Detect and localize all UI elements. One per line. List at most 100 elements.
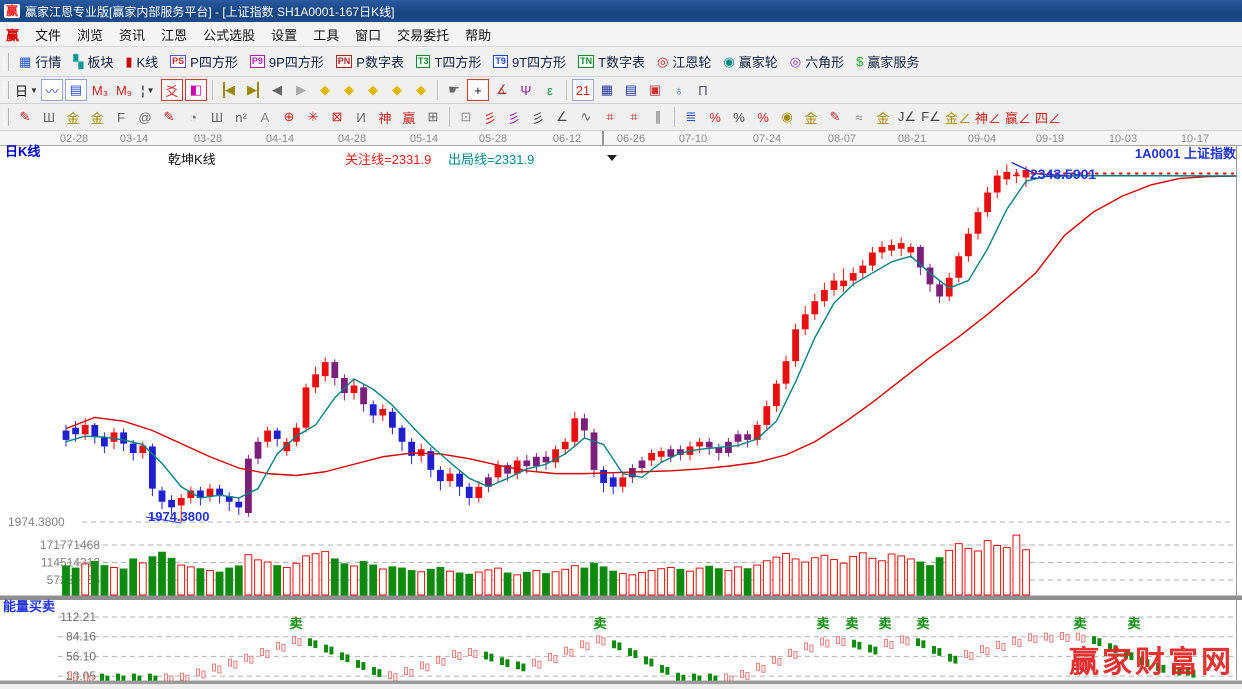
spiral-icon[interactable]: @ [134, 106, 156, 128]
p-square-button[interactable]: PS P四方形 [164, 50, 244, 74]
t-table-button[interactable]: TN T数字表 [572, 50, 651, 74]
red-grid2-icon[interactable]: ⌗ [623, 106, 645, 128]
menu-item-工具[interactable]: 工具 [305, 23, 347, 46]
a-channel-icon[interactable]: A [254, 106, 276, 128]
toolbar-grip[interactable] [4, 108, 9, 126]
web-icon[interactable]: ♁ [668, 79, 690, 101]
circle-cross-icon[interactable]: ⊕ [278, 106, 300, 128]
f-comb-icon[interactable]: F [110, 106, 132, 128]
menu-item-资讯[interactable]: 资讯 [111, 23, 153, 46]
percent-fan-icon[interactable]: % [704, 106, 726, 128]
menu-item-文件[interactable]: 文件 [27, 23, 69, 46]
ying-icon[interactable]: 赢 [398, 106, 420, 128]
gold-red-icon[interactable]: 金 [872, 106, 894, 128]
ruler-grid-icon[interactable]: ⊞ [422, 106, 444, 128]
pane-divider[interactable] [0, 595, 1242, 601]
nav-first-icon[interactable]: ◀ [218, 79, 240, 101]
candle-style-dropdown[interactable]: ¦ ▼ [137, 79, 159, 101]
notes-icon[interactable]: ▤ [620, 79, 642, 101]
candle-style-dropdown-dropdown-arrow[interactable]: ▼ [147, 86, 155, 95]
sectors-button[interactable]: ▚ 板块 [67, 50, 119, 74]
nav-next-icon[interactable]: ▶ [290, 79, 312, 101]
gold-comb2-icon[interactable]: 金 [86, 106, 108, 128]
percent-icon[interactable]: % [728, 106, 750, 128]
star-burst-icon[interactable]: ✳ [302, 106, 324, 128]
ying-angle-icon[interactable]: 赢∠ [1004, 106, 1032, 128]
winner-service-button[interactable]: $ 赢家服务 [850, 50, 925, 74]
menu-item-江恩[interactable]: 江恩 [153, 23, 195, 46]
crosshair-icon[interactable]: + [466, 79, 489, 101]
9p-square-button[interactable]: P9 9P四方形 [244, 50, 330, 74]
f10-report-icon[interactable]: ▤ [64, 79, 87, 101]
qiankun-pattern-icon[interactable]: 爻 [160, 79, 183, 101]
toolbar-grip[interactable] [4, 52, 9, 71]
calculator-icon[interactable]: ▦ [596, 79, 618, 101]
9t-square-button[interactable]: T9 9T四方形 [487, 50, 572, 74]
gann-wheel-button[interactable]: ◎ 江恩轮 [651, 50, 717, 74]
wave-marks-icon[interactable]: ε [539, 79, 561, 101]
red-pen-icon[interactable]: ✎ [158, 106, 180, 128]
diamond-cross-icon[interactable]: ◆ [410, 79, 432, 101]
shen-angle-icon[interactable]: 神∠ [974, 106, 1002, 128]
gold-angle-icon[interactable]: 金∠ [944, 106, 972, 128]
diamond-expand-icon[interactable]: ◆ [386, 79, 408, 101]
menu-item-窗口[interactable]: 窗口 [347, 23, 389, 46]
levels-icon[interactable]: ≣ [680, 106, 702, 128]
gann-fan-icon[interactable]: 彡 [479, 106, 501, 128]
kline-chart[interactable]: 02-28 03-14 03-28 04-14 04-28 05-14 05-28 06-12… [0, 131, 1242, 684]
gann-fan-dark-icon[interactable]: 彡 [527, 106, 549, 128]
diamond-left-icon[interactable]: ◆ [314, 79, 336, 101]
save-icon[interactable]: ▣ [644, 79, 666, 101]
toolbar-grip[interactable] [4, 81, 9, 99]
rays-icon[interactable]: ∠ [551, 106, 573, 128]
comb-icon[interactable]: Ш [38, 106, 60, 128]
bars3-icon[interactable]: M₃ [89, 79, 111, 101]
hand-pan-icon[interactable]: ☛ [443, 79, 465, 101]
j-angle-icon[interactable]: J∠ [896, 106, 918, 128]
period-candle-dropdown-dropdown-arrow[interactable]: ▼ [30, 86, 38, 95]
percent-line-icon[interactable]: % [752, 106, 774, 128]
parallel-icon[interactable]: ∥ [647, 106, 669, 128]
diamond-hsplit-icon[interactable]: ◆ [362, 79, 384, 101]
f-angle-icon[interactable]: F∠ [920, 106, 942, 128]
menu-item-交易委托[interactable]: 交易委托 [389, 23, 457, 46]
brush-icon[interactable]: ✎ [824, 106, 846, 128]
menu-item-公式选股[interactable]: 公式选股 [195, 23, 263, 46]
shen-icon[interactable]: 神 [374, 106, 396, 128]
frame-icon[interactable]: ⊡ [455, 106, 477, 128]
calendar-icon[interactable]: 21 [571, 79, 594, 101]
quotes-button[interactable]: ▦ 行情 [13, 50, 67, 74]
winner-wheel-button[interactable]: ◉ 赢家轮 [717, 50, 783, 74]
cycle-clock-icon[interactable]: ◔ [182, 106, 204, 128]
gold-comb-icon[interactable]: 金 [62, 106, 84, 128]
gold-circle-icon[interactable]: ◉ [776, 106, 798, 128]
gann-fan-box-icon[interactable]: 彡 [503, 106, 525, 128]
menu-item-帮助[interactable]: 帮助 [457, 23, 499, 46]
chart-area[interactable]: 02-28 03-14 03-28 04-14 04-28 05-14 05-28 06-12… [0, 131, 1242, 684]
menu-item-浏览[interactable]: 浏览 [69, 23, 111, 46]
menu-item-设置[interactable]: 设置 [263, 23, 305, 46]
period-candle-dropdown[interactable]: 日 ▼ [14, 79, 39, 101]
t-square-button[interactable]: T3 T四方形 [410, 50, 487, 74]
volume-profile-icon[interactable]: ◧ [184, 79, 207, 101]
wave-fit-icon[interactable]: ≈ [848, 106, 870, 128]
bars9-icon[interactable]: M₉ [113, 79, 135, 101]
angle-measure-icon[interactable]: ∡ [491, 79, 513, 101]
p-table-button[interactable]: PN P数字表 [330, 50, 410, 74]
print-icon[interactable]: Π [692, 79, 714, 101]
hexagon-button[interactable]: ◎ 六角形 [784, 50, 850, 74]
comb2-icon[interactable]: Ш [206, 106, 228, 128]
diamond-right-icon[interactable]: ◆ [338, 79, 360, 101]
tick-marks-icon[interactable]: И [350, 106, 372, 128]
zigzag-tool-icon[interactable]: ∿ [575, 106, 597, 128]
si-angle-icon[interactable]: 四∠ [1034, 106, 1062, 128]
draw-pen-icon[interactable]: ✎ [14, 106, 36, 128]
kline-button[interactable]: ▮ K线 [119, 50, 164, 74]
nav-last-icon[interactable]: ▶ [242, 79, 264, 101]
gold-line-icon[interactable]: 金 [800, 106, 822, 128]
gann-marks-icon[interactable]: Ψ [515, 79, 537, 101]
zigzag-chart-icon[interactable]: 〰 [40, 79, 63, 101]
nav-prev-icon[interactable]: ◀ [266, 79, 288, 101]
red-grid-icon[interactable]: ⌗ [599, 106, 621, 128]
n2-icon[interactable]: n² [230, 106, 252, 128]
